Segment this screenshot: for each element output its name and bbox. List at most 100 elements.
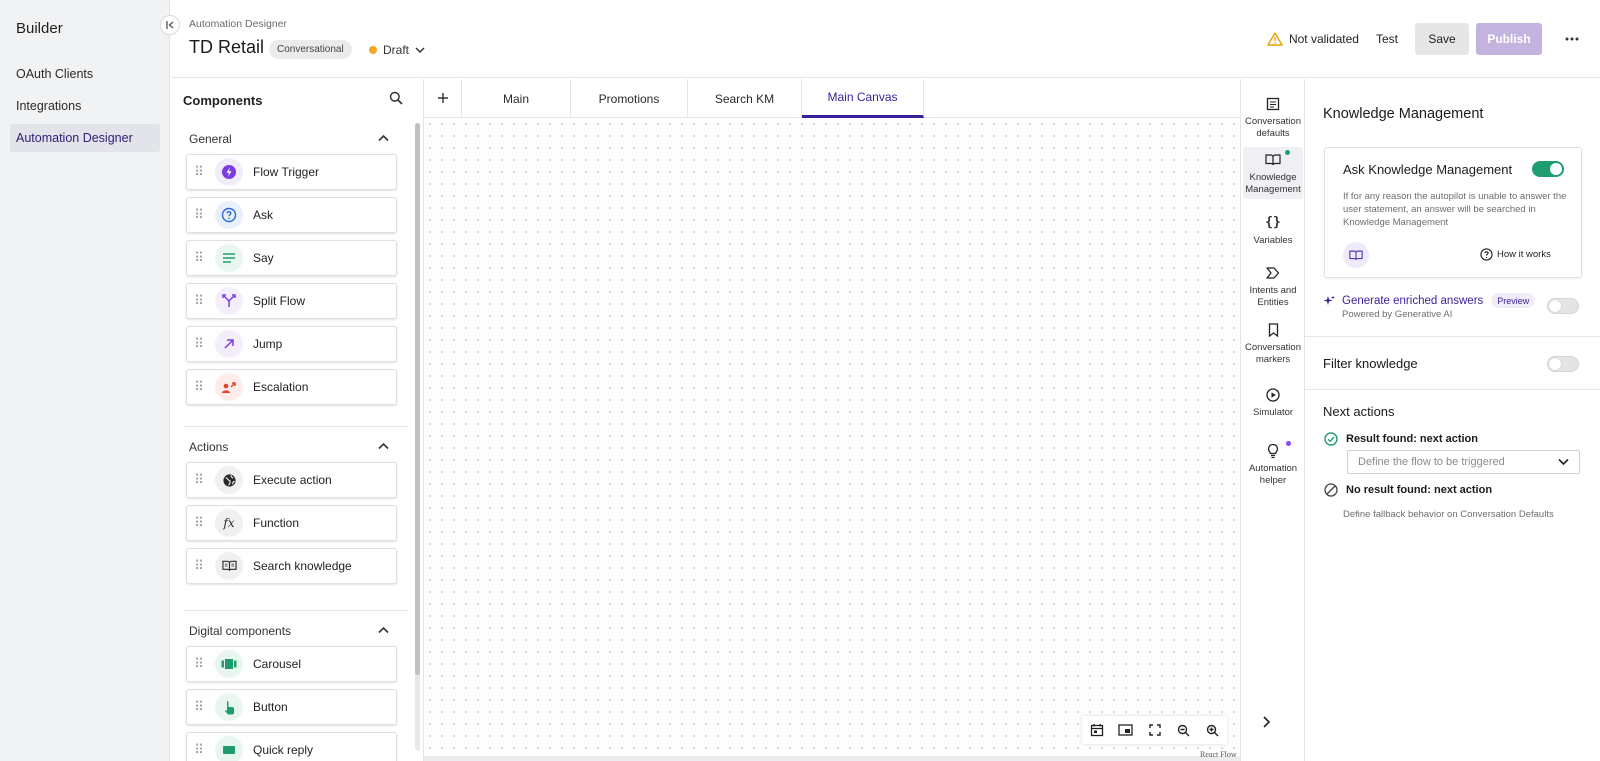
drag-handle-icon[interactable]: ⠿ [187,164,211,180]
flow-tabs: Main Promotions Search KM Main Canvas [424,79,1240,118]
component-split-flow[interactable]: ⠿ Split Flow [186,283,397,319]
zoom-out-icon [1177,724,1190,736]
next-flow-select[interactable]: Define the flow to be triggered [1347,450,1580,474]
component-label: Quick reply [253,743,314,757]
drag-handle-icon[interactable]: ⠿ [187,515,211,531]
page-header: Automation Designer TD Retail Conversati… [171,0,1600,78]
drag-handle-icon[interactable]: ⠿ [187,742,211,758]
add-tab-button[interactable] [424,79,462,117]
component-label: Ask [253,208,274,222]
book-icon [1265,154,1281,166]
component-search-knowledge[interactable]: ⠿ Search knowledge [186,548,397,584]
minimap-icon [1118,724,1133,736]
how-it-works-link[interactable]: How it works [1480,248,1551,261]
test-button[interactable]: Test [1376,32,1398,46]
component-quick-reply[interactable]: ⠿ Quick reply [186,732,397,761]
rail-label: Intents and Entities [1249,285,1297,308]
save-button[interactable]: Save [1415,23,1469,55]
drag-handle-icon[interactable]: ⠿ [187,558,211,574]
collapse-sidebar-button[interactable] [160,15,180,35]
calendar-button[interactable] [1082,716,1111,744]
component-label: Button [253,700,288,714]
collapse-left-icon [166,21,174,29]
component-label: Split Flow [253,294,306,308]
component-execute-action[interactable]: ⠿ Execute action [186,462,397,498]
ask-km-toggle[interactable] [1532,161,1564,177]
more-options-button[interactable] [1560,27,1584,51]
component-label: Say [253,251,274,265]
drag-handle-icon[interactable]: ⠿ [187,472,211,488]
component-label: Carousel [253,657,302,671]
publish-button[interactable]: Publish [1476,23,1542,55]
components-scrollbar[interactable] [415,123,420,675]
component-jump[interactable]: ⠿ Jump [186,326,397,362]
canvas-controls [1082,716,1227,744]
carousel-icon [215,650,243,678]
component-label: Jump [253,337,283,351]
search-icon [389,91,403,105]
ask-km-title: Ask Knowledge Management [1343,162,1513,177]
drag-handle-icon[interactable]: ⠿ [187,656,211,672]
sidebar-item-oauth-clients[interactable]: OAuth Clients [10,60,160,88]
drag-handle-icon[interactable]: ⠿ [187,293,211,309]
generate-enriched-title: Generate enriched answers [1342,294,1484,307]
zoom-in-button[interactable] [1198,716,1227,744]
minimap-button[interactable] [1111,716,1140,744]
component-say[interactable]: ⠿ Say [186,240,397,276]
chevron-right-icon[interactable] [1262,716,1271,728]
react-flow-attribution[interactable]: React Flow [1200,750,1237,759]
tab-promotions[interactable]: Promotions [571,79,688,118]
sidebar-item-automation-designer[interactable]: Automation Designer [10,124,160,152]
component-label: Function [253,516,300,530]
section-divider [1305,389,1600,390]
drag-handle-icon[interactable]: ⠿ [187,379,211,395]
component-button[interactable]: ⠿ Button [186,689,397,725]
next-actions-title: Next actions [1323,404,1395,419]
tab-main-canvas[interactable]: Main Canvas [802,79,924,118]
sidebar-item-label: Automation Designer [16,131,133,145]
how-it-works-label: How it works [1497,249,1551,260]
sidebar-item-label: Integrations [16,99,82,113]
tab-search-km[interactable]: Search KM [688,79,802,118]
filter-knowledge-title: Filter knowledge [1323,356,1418,371]
breadcrumb[interactable]: Automation Designer [189,18,287,30]
filter-knowledge-toggle[interactable] [1547,356,1579,372]
ask-km-description: If for any reason the autopilot is unabl… [1343,191,1567,228]
component-function[interactable]: ⠿ fx Function [186,505,397,541]
chevron-up-icon[interactable] [378,626,389,634]
chevron-up-icon[interactable] [378,134,389,142]
drag-handle-icon[interactable]: ⠿ [187,336,211,352]
canvas-scrollbar[interactable] [424,756,1240,761]
component-ask[interactable]: ⠿ Ask [186,197,397,233]
drag-handle-icon[interactable]: ⠿ [187,250,211,266]
status-dropdown[interactable]: Draft [369,40,425,59]
drag-handle-icon[interactable]: ⠿ [187,207,211,223]
rail-label: Conversation defaults [1245,116,1301,139]
fit-view-button[interactable] [1140,716,1169,744]
sidebar-item-integrations[interactable]: Integrations [10,92,160,120]
rail-intents-and-entities[interactable]: Intents and Entities [1243,263,1303,309]
arrow-up-right-icon [215,330,243,358]
zoom-out-button[interactable] [1169,716,1198,744]
tab-main[interactable]: Main [462,79,571,118]
bolt-icon [215,158,243,186]
rail-conversation-defaults[interactable]: Conversation defaults [1243,94,1303,140]
chevron-up-icon[interactable] [378,442,389,450]
component-escalation[interactable]: ⠿ Escalation [186,369,397,405]
fullscreen-icon [1148,724,1161,736]
app-brand: Builder [16,20,63,37]
component-flow-trigger[interactable]: ⠿ Flow Trigger [186,154,397,190]
generate-enriched-toggle[interactable] [1547,298,1579,314]
rail-automation-helper[interactable]: Automation helper [1243,441,1303,487]
rail-simulator[interactable]: Simulator [1243,385,1303,419]
drag-handle-icon[interactable]: ⠿ [187,699,211,715]
section-divider [183,610,408,611]
section-title-digital-components: Digital components [189,624,292,638]
components-search-button[interactable] [389,91,403,108]
component-carousel[interactable]: ⠿ Carousel [186,646,397,682]
rail-conversation-markers[interactable]: Conversation markers [1243,320,1303,366]
rail-knowledge-management[interactable]: Knowledge Management [1243,147,1303,199]
flow-canvas[interactable] [424,118,1240,761]
check-circle-icon [1324,432,1338,446]
rail-variables[interactable]: {} Variables [1243,213,1303,247]
